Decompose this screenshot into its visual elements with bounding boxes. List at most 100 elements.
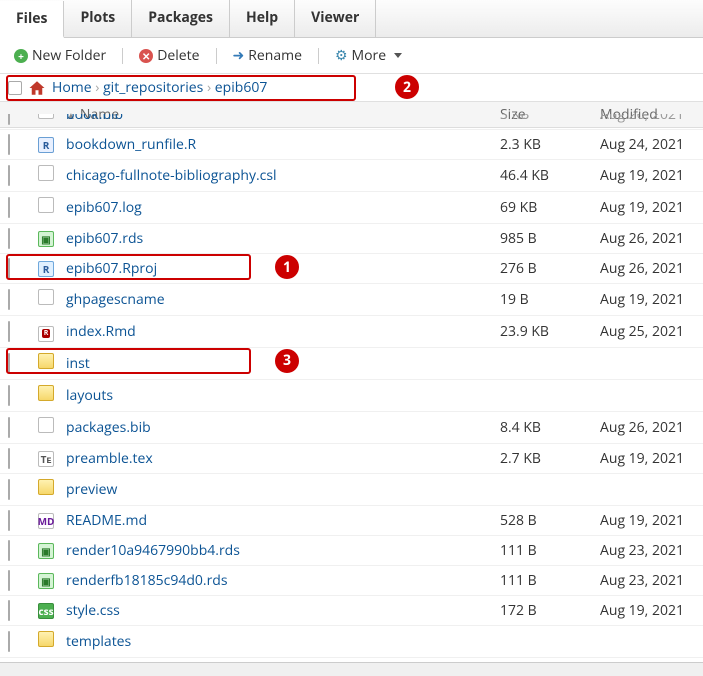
breadcrumb-home[interactable]: Home: [52, 78, 92, 97]
file-row[interactable]: layouts: [0, 380, 703, 412]
breadcrumb-git_repositories[interactable]: git_repositories: [103, 78, 203, 97]
file-size: 111 B: [500, 571, 600, 590]
file-size: 985 B: [500, 229, 600, 248]
row-checkbox[interactable]: [8, 448, 10, 469]
rename-button[interactable]: ➜ Rename: [227, 44, 308, 67]
delete-button[interactable]: ✕ Delete: [133, 44, 205, 67]
file-name[interactable]: renderfb18185c94d0.rds: [66, 571, 228, 590]
file-row[interactable]: epib607.log69 KBAug 19, 2021: [0, 192, 703, 224]
file-icon: [38, 114, 54, 119]
file-modified: Aug 26, 2021: [600, 114, 695, 124]
file-row[interactable]: Rindex.Rmd23.9 KBAug 25, 2021: [0, 316, 703, 348]
home-icon[interactable]: [28, 79, 46, 97]
row-checkbox[interactable]: [8, 321, 10, 342]
file-name[interactable]: preamble.tex: [66, 449, 153, 468]
file-modified: Aug 23, 2021: [600, 571, 695, 590]
breadcrumb-bar: Home › git_repositories › epib607 2: [0, 74, 703, 102]
file-modified: Aug 19, 2021: [600, 290, 695, 309]
rds-file-icon: ▣: [38, 543, 54, 559]
row-checkbox[interactable]: [8, 417, 10, 438]
row-checkbox[interactable]: [8, 258, 10, 279]
tab-packages[interactable]: Packages: [132, 0, 230, 37]
file-row[interactable]: Rbookdown_runfile.R2.3 KBAug 24, 2021: [0, 130, 703, 160]
file-name[interactable]: epib607.log: [66, 198, 142, 217]
rename-label: Rename: [248, 46, 302, 65]
file-modified: Aug 19, 2021: [600, 601, 695, 620]
row-checkbox[interactable]: [8, 353, 10, 374]
annotation-badge-1: 1: [275, 255, 299, 279]
select-all-checkbox[interactable]: [8, 81, 22, 95]
row-checkbox[interactable]: [8, 600, 10, 621]
chevron-down-icon: [394, 53, 402, 58]
separator: [216, 48, 217, 64]
horizontal-scrollbar[interactable]: [0, 662, 703, 676]
file-size: 528 B: [500, 511, 600, 530]
file-name[interactable]: epib607.Rproj: [66, 259, 157, 278]
file-name[interactable]: epib607.rds: [66, 229, 143, 248]
file-name[interactable]: packages.bib: [66, 418, 151, 437]
breadcrumb-epib607[interactable]: epib607: [215, 78, 268, 97]
tex-file-icon: Tᴇ: [38, 451, 54, 467]
file-row[interactable]: Tᴇpreamble.tex2.7 KBAug 19, 2021: [0, 444, 703, 474]
file-row[interactable]: ghpagescname19 BAug 19, 2021: [0, 284, 703, 316]
row-checkbox[interactable]: [8, 631, 10, 652]
row-checkbox[interactable]: [8, 540, 10, 561]
file-name[interactable]: layouts: [66, 386, 113, 405]
file-modified: Aug 19, 2021: [600, 166, 695, 185]
file-name[interactable]: book.bib: [66, 114, 123, 124]
tab-viewer[interactable]: Viewer: [295, 0, 376, 37]
row-checkbox[interactable]: [8, 479, 10, 500]
row-checkbox[interactable]: [8, 570, 10, 591]
file-row[interactable]: book.bib 3 KBAug 26, 2021: [0, 114, 703, 130]
more-label: More: [352, 46, 387, 65]
file-row[interactable]: ▣epib607.rds985 BAug 26, 2021: [0, 224, 703, 254]
file-size: 23.9 KB: [500, 322, 600, 341]
file-name[interactable]: style.css: [66, 601, 120, 620]
file-name[interactable]: ghpagescname: [66, 290, 165, 309]
file-size: 111 B: [500, 541, 600, 560]
folder-icon: [38, 631, 54, 647]
annotation-badge-2: 2: [395, 75, 419, 99]
tab-plots[interactable]: Plots: [64, 0, 132, 37]
file-row[interactable]: templates: [0, 626, 703, 658]
file-row[interactable]: Repib607.Rproj276 BAug 26, 20211: [0, 254, 703, 284]
tab-help[interactable]: Help: [230, 0, 295, 37]
file-name[interactable]: inst: [66, 354, 90, 373]
row-checkbox[interactable]: [8, 197, 10, 218]
file-row[interactable]: preview: [0, 474, 703, 506]
file-size: 3 KB: [500, 114, 600, 124]
file-icon: [38, 289, 54, 305]
file-name[interactable]: index.Rmd: [66, 322, 136, 341]
row-checkbox[interactable]: [8, 165, 10, 186]
file-name[interactable]: preview: [66, 480, 117, 499]
file-row[interactable]: packages.bib8.4 KBAug 26, 2021: [0, 412, 703, 444]
file-modified: Aug 24, 2021: [600, 135, 695, 154]
folder-icon: [38, 385, 54, 401]
file-name[interactable]: templates: [66, 632, 131, 651]
rproj-file-icon: R: [38, 261, 54, 277]
row-checkbox[interactable]: [8, 114, 10, 125]
row-checkbox[interactable]: [8, 228, 10, 249]
file-row[interactable]: chicago-fullnote-bibliography.csl46.4 KB…: [0, 160, 703, 192]
file-row[interactable]: ▣ render10a9467990bb4.rds 111 BAug 23, 202…: [0, 536, 703, 566]
file-size: 276 B: [500, 259, 600, 278]
file-name[interactable]: README.md: [66, 511, 147, 530]
file-row[interactable]: MDREADME.md528 BAug 19, 2021: [0, 506, 703, 536]
file-name[interactable]: chicago-fullnote-bibliography.csl: [66, 166, 277, 185]
file-size: 172 B: [500, 601, 600, 620]
row-checkbox[interactable]: [8, 289, 10, 310]
file-name[interactable]: render10a9467990bb4.rds: [66, 541, 240, 560]
file-row[interactable]: ▣renderfb18185c94d0.rds111 BAug 23, 2021: [0, 566, 703, 596]
row-checkbox[interactable]: [8, 510, 10, 531]
separator: [318, 48, 319, 64]
new-folder-button[interactable]: + New Folder: [8, 44, 112, 67]
file-row[interactable]: inst3: [0, 348, 703, 380]
separator: [122, 48, 123, 64]
file-name[interactable]: bookdown_runfile.R: [66, 135, 196, 154]
file-row[interactable]: cssstyle.css172 BAug 19, 2021: [0, 596, 703, 626]
row-checkbox[interactable]: [8, 134, 10, 155]
tab-files[interactable]: Files: [0, 1, 64, 38]
more-button[interactable]: ⚙ More: [329, 44, 408, 67]
row-checkbox[interactable]: [8, 385, 10, 406]
file-modified: Aug 23, 2021: [600, 541, 695, 560]
